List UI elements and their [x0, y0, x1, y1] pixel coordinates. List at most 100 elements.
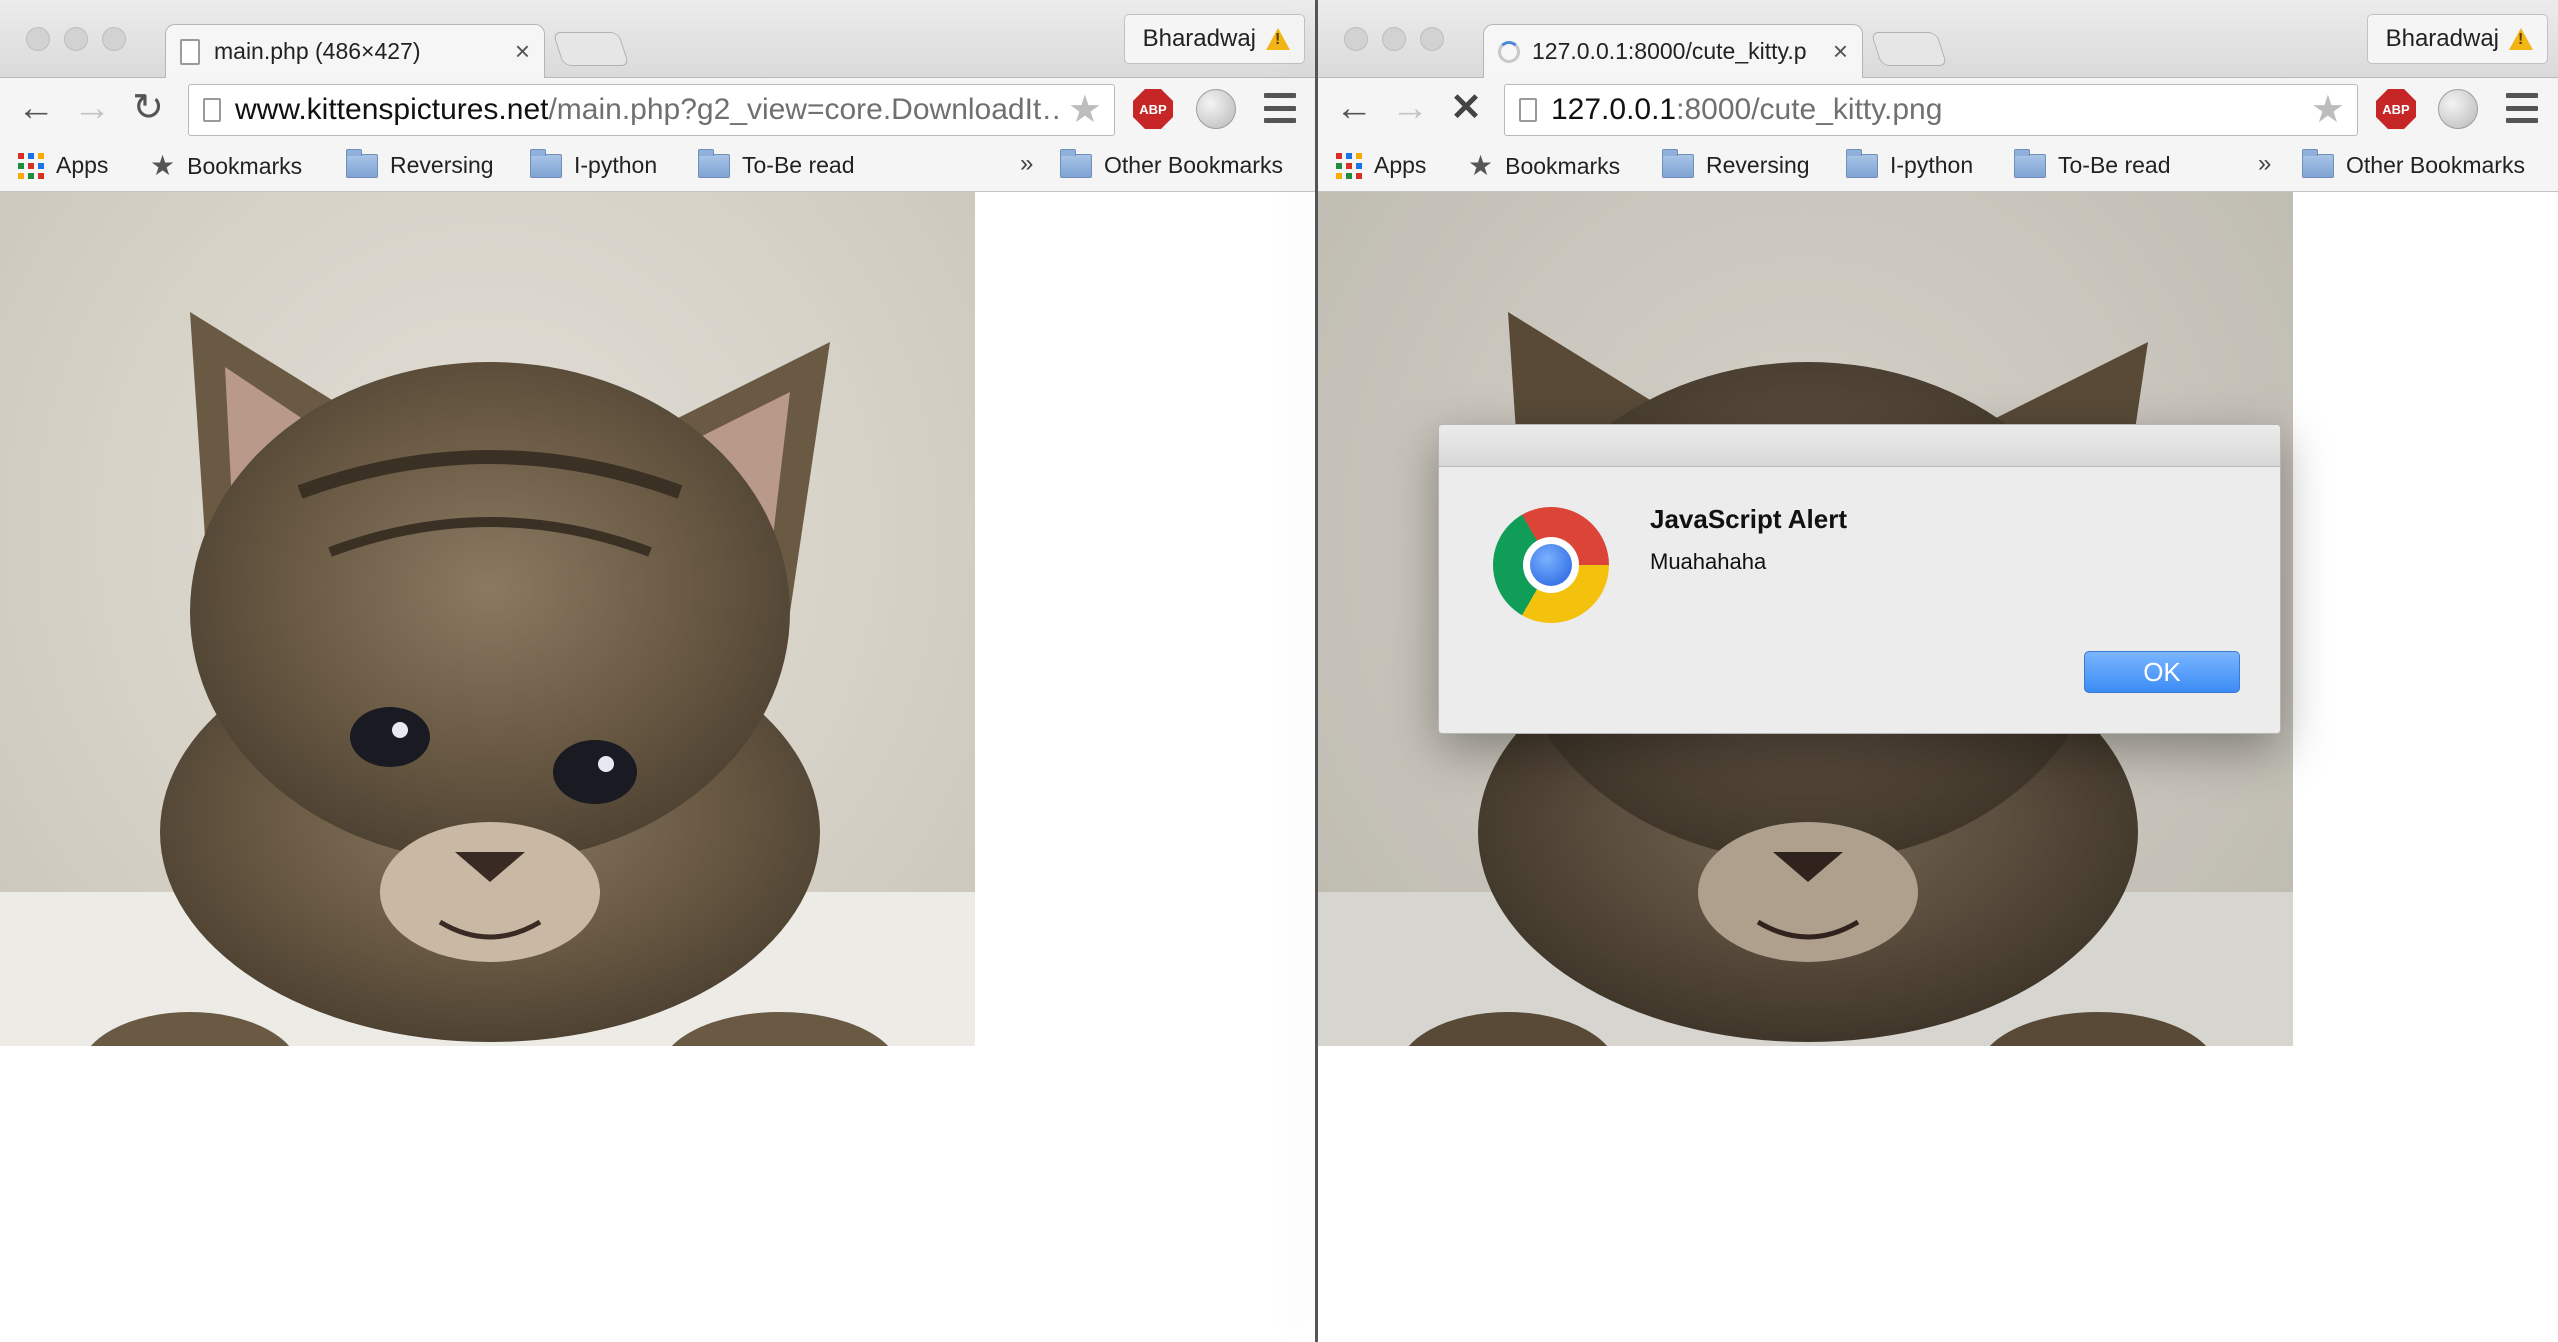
tab-close-icon[interactable]: × [515, 36, 530, 67]
profile-name: Bharadwaj [2385, 25, 2499, 52]
close-window-button[interactable] [1344, 27, 1368, 51]
profile-name: Bharadwaj [1142, 25, 1256, 52]
folder-icon [346, 148, 378, 178]
new-tab-button[interactable] [1870, 32, 1948, 66]
window-controls [1344, 27, 1444, 51]
globe-extension-icon[interactable] [1196, 89, 1236, 129]
adblock-icon[interactable]: ABP [1133, 89, 1173, 129]
url-path: /main.php?g2_view=core.DownloadIt… [548, 93, 1060, 126]
bookmark-folder-ipython[interactable]: I-python [1846, 148, 1974, 179]
toolbar: ← → ↻ www.kittenspictures.net/main.php?g… [0, 78, 1315, 140]
zoom-window-button[interactable] [1420, 27, 1444, 51]
adblock-icon[interactable]: ABP [2376, 89, 2416, 129]
page-icon [180, 38, 200, 65]
bookmark-label: Bookmarks [187, 152, 303, 179]
url-text[interactable]: www.kittenspictures.net/main.php?g2_view… [235, 93, 1060, 127]
tab-title: main.php (486×427) [214, 38, 421, 64]
window-controls [26, 27, 126, 51]
close-window-button[interactable] [26, 27, 50, 51]
kitten-image [0, 192, 975, 1046]
apps-grid-icon [18, 152, 44, 179]
bookmark-label: Reversing [1706, 152, 1810, 178]
address-bar[interactable]: www.kittenspictures.net/main.php?g2_view… [188, 84, 1115, 136]
bookmark-bookmarks[interactable]: ★ Bookmarks [150, 152, 302, 180]
bookmarks-bar: Apps ★ Bookmarks Reversing I-python To-B… [1318, 140, 2558, 192]
tab-cute-kitty[interactable]: 127.0.0.1:8000/cute_kitty.p × [1483, 24, 1863, 78]
star-icon: ★ [1468, 150, 1494, 181]
bookmark-folder-other[interactable]: Other Bookmarks [1060, 148, 1283, 179]
folder-icon [1662, 148, 1694, 178]
profile-button[interactable]: Bharadwaj [2366, 14, 2548, 64]
folder-icon [698, 148, 730, 178]
bookmark-folder-reversing[interactable]: Reversing [1662, 148, 1810, 179]
bookmark-label: Other Bookmarks [2346, 152, 2525, 178]
bookmark-folder-other[interactable]: Other Bookmarks [2302, 148, 2525, 179]
page-icon [1519, 98, 1537, 122]
zoom-window-button[interactable] [102, 27, 126, 51]
toolbar: ← → ✕ 127.0.0.1:8000/cute_kitty.png ★ AB… [1318, 78, 2558, 140]
reload-button[interactable]: ↻ [126, 86, 170, 130]
bookmark-star-icon[interactable]: ★ [1068, 91, 1102, 129]
bookmark-folder-reversing[interactable]: Reversing [346, 148, 494, 179]
minimize-window-button[interactable] [64, 27, 88, 51]
alert-titlebar [1439, 425, 2280, 467]
forward-button[interactable]: → [70, 86, 114, 130]
folder-icon [1846, 148, 1878, 178]
bookmark-label: I-python [1890, 152, 1974, 178]
page-content [0, 192, 1315, 1342]
bookmark-star-icon[interactable]: ★ [2311, 91, 2345, 129]
url-host: www.kittenspictures.net [235, 93, 549, 126]
tab-main-php[interactable]: main.php (486×427) × [165, 24, 545, 78]
bookmark-folder-ipython[interactable]: I-python [530, 148, 658, 179]
bookmark-folder-to-be-read[interactable]: To-Be read [698, 148, 855, 179]
bookmark-apps[interactable]: Apps [1336, 152, 1426, 179]
bookmark-label: To-Be read [742, 152, 855, 178]
url-text[interactable]: 127.0.0.1:8000/cute_kitty.png [1551, 93, 2303, 127]
tab-strip: 127.0.0.1:8000/cute_kitty.p × Bharadwaj [1318, 0, 2558, 78]
globe-extension-icon[interactable] [2438, 89, 2478, 129]
new-tab-button[interactable] [552, 32, 630, 66]
warning-icon [2509, 28, 2533, 50]
alert-title: JavaScript Alert [1650, 504, 1848, 534]
page-content: JavaScript Alert Muahahaha OK [1318, 192, 2558, 1342]
bookmark-apps[interactable]: Apps [18, 152, 108, 179]
bookmark-label: I-python [574, 152, 658, 178]
desktop: main.php (486×427) × Bharadwaj ← → ↻ www… [0, 0, 2558, 1342]
tab-strip: main.php (486×427) × Bharadwaj [0, 0, 1315, 78]
chrome-logo-icon [1493, 507, 1609, 623]
bookmark-label: To-Be read [2058, 152, 2171, 178]
bookmark-label: Bookmarks [1505, 152, 1621, 179]
folder-icon [2302, 148, 2334, 178]
apps-grid-icon [1336, 152, 1362, 179]
tab-close-icon[interactable]: × [1833, 36, 1848, 67]
tab-title: 127.0.0.1:8000/cute_kitty.p [1532, 38, 1807, 64]
bookmark-label: Apps [56, 152, 109, 178]
bookmarks-overflow-button[interactable]: » [2258, 150, 2271, 178]
url-path: :8000/cute_kitty.png [1676, 93, 1943, 126]
profile-button[interactable]: Bharadwaj [1123, 14, 1305, 64]
bookmarks-bar: Apps ★ Bookmarks Reversing I-python To-B… [0, 140, 1315, 192]
bookmark-bookmarks[interactable]: ★ Bookmarks [1468, 152, 1620, 180]
back-button[interactable]: ← [1332, 86, 1376, 130]
folder-icon [530, 148, 562, 178]
folder-icon [2014, 148, 2046, 178]
stop-button[interactable]: ✕ [1444, 86, 1488, 130]
loading-spinner-icon [1498, 40, 1520, 63]
chrome-menu-icon[interactable] [1264, 93, 1296, 123]
minimize-window-button[interactable] [1382, 27, 1406, 51]
warning-icon [1266, 28, 1290, 50]
ok-button[interactable]: OK [2084, 651, 2240, 693]
bookmark-folder-to-be-read[interactable]: To-Be read [2014, 148, 2171, 179]
back-button[interactable]: ← [14, 86, 58, 130]
forward-button[interactable]: → [1388, 86, 1432, 130]
browser-window-right: 127.0.0.1:8000/cute_kitty.p × Bharadwaj … [1318, 0, 2558, 1342]
bookmark-label: Other Bookmarks [1104, 152, 1283, 178]
folder-icon [1060, 148, 1092, 178]
star-icon: ★ [150, 150, 176, 181]
chrome-menu-icon[interactable] [2506, 93, 2538, 123]
bookmark-label: Reversing [390, 152, 494, 178]
address-bar[interactable]: 127.0.0.1:8000/cute_kitty.png ★ [1504, 84, 2358, 136]
javascript-alert-dialog: JavaScript Alert Muahahaha OK [1438, 424, 2281, 734]
page-icon [203, 98, 221, 122]
bookmarks-overflow-button[interactable]: » [1020, 150, 1033, 178]
